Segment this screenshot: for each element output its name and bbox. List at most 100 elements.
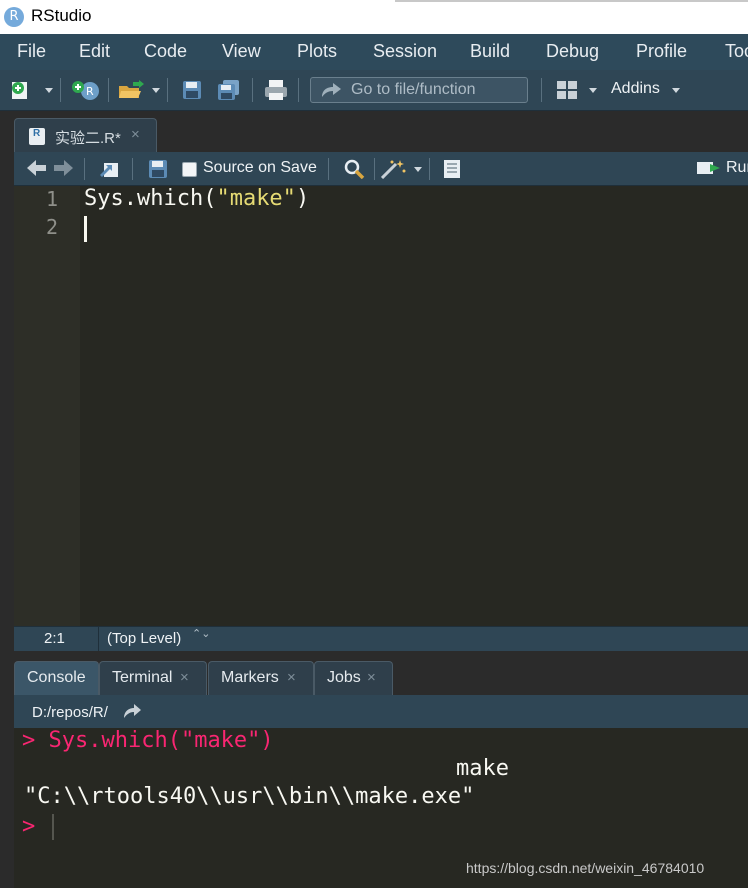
pane-layout-button[interactable] bbox=[556, 79, 578, 101]
title-bar-divider bbox=[395, 0, 748, 2]
working-directory: D:/repos/R/ bbox=[32, 704, 108, 721]
tab-terminal[interactable]: Terminal × bbox=[99, 661, 207, 695]
editor-tab-file[interactable]: R 实验二.R* × bbox=[14, 118, 157, 153]
menu-file[interactable]: File bbox=[17, 41, 46, 62]
open-file-dropdown-icon[interactable] bbox=[152, 88, 160, 93]
addins-dropdown-icon[interactable] bbox=[672, 88, 680, 93]
print-button[interactable] bbox=[263, 79, 289, 101]
code-tools-button[interactable] bbox=[380, 159, 408, 184]
r-file-icon: R bbox=[29, 128, 45, 145]
new-project-button[interactable]: R bbox=[70, 79, 100, 101]
tab-label: Console bbox=[27, 669, 86, 686]
tab-markers[interactable]: Markers × bbox=[208, 661, 314, 695]
print-icon bbox=[265, 80, 287, 100]
tab-console[interactable]: Console bbox=[14, 661, 99, 695]
save-icon bbox=[149, 160, 167, 178]
back-arrow-icon bbox=[27, 160, 46, 176]
toolbar-separator bbox=[298, 78, 299, 102]
run-button-icon-wrap[interactable] bbox=[696, 159, 724, 182]
menu-plots[interactable]: Plots bbox=[297, 41, 337, 62]
pane-layout-dropdown-icon[interactable] bbox=[589, 88, 597, 93]
toolbar-separator bbox=[541, 78, 542, 102]
new-file-button[interactable] bbox=[10, 79, 36, 101]
window-title: RStudio bbox=[31, 6, 92, 25]
console-output-name: make bbox=[456, 756, 509, 781]
source-editor[interactable]: 1 2 Sys.which("make") bbox=[14, 186, 748, 626]
find-replace-button[interactable] bbox=[344, 159, 366, 184]
grid-icon bbox=[557, 81, 577, 99]
close-icon[interactable]: × bbox=[367, 669, 376, 686]
editor-toolbar: Source on Save Run bbox=[14, 152, 748, 186]
tab-label: Jobs bbox=[327, 669, 361, 686]
code-tools-dropdown-icon[interactable] bbox=[414, 167, 422, 172]
compile-report-button[interactable] bbox=[442, 159, 462, 184]
menu-session[interactable]: Session bbox=[373, 41, 437, 62]
tab-jobs[interactable]: Jobs × bbox=[314, 661, 393, 695]
go-to-directory-icon[interactable] bbox=[122, 703, 142, 719]
code-closing-paren: ) bbox=[295, 186, 310, 211]
watermark: https://blog.csdn.net/weixin_46784010 bbox=[466, 860, 705, 876]
editor-tab-label: 实验二.R* bbox=[55, 130, 121, 147]
menu-build[interactable]: Build bbox=[470, 41, 510, 62]
cursor-position: 2:1 bbox=[44, 630, 65, 647]
close-icon[interactable]: × bbox=[287, 669, 296, 686]
notebook-icon bbox=[444, 160, 460, 178]
go-to-file-placeholder: Go to file/function bbox=[351, 81, 476, 98]
console-tab-strip: Console Terminal × Markers × Jobs × bbox=[0, 652, 748, 695]
source-on-save-label: Source on Save bbox=[203, 159, 317, 176]
tab-label: Markers bbox=[221, 669, 279, 686]
line-number: 2 bbox=[45, 215, 58, 239]
show-in-window-button[interactable] bbox=[98, 159, 120, 184]
console-command: Sys.which("make") bbox=[48, 728, 274, 753]
code-function-call: Sys.which( bbox=[84, 186, 217, 211]
close-icon[interactable]: × bbox=[131, 126, 140, 143]
go-to-file-input[interactable]: Go to file/function bbox=[310, 77, 528, 103]
toolbar-separator bbox=[132, 158, 133, 180]
save-all-button[interactable] bbox=[216, 79, 242, 101]
menu-tools[interactable]: Tools bbox=[725, 41, 748, 62]
tab-label: Terminal bbox=[112, 669, 173, 686]
addins-menu[interactable]: Addins bbox=[611, 80, 660, 98]
new-project-icon: R bbox=[72, 81, 99, 100]
console-path-bar: D:/repos/R/ bbox=[14, 695, 748, 729]
menu-edit[interactable]: Edit bbox=[79, 41, 110, 62]
menu-profile[interactable]: Profile bbox=[636, 41, 687, 62]
open-file-button[interactable] bbox=[117, 79, 145, 101]
line-number-gutter: 1 2 bbox=[14, 186, 80, 626]
back-button[interactable] bbox=[26, 159, 48, 182]
console-output-value: "C:\\rtools40\\usr\\bin\\make.exe" bbox=[24, 784, 475, 809]
forward-arrow-icon bbox=[54, 160, 73, 176]
console-prompt: > bbox=[22, 814, 36, 839]
editor-status-bar: 2:1 (Top Level) ⌃⌄ bbox=[14, 626, 748, 651]
show-in-new-window-icon bbox=[100, 163, 118, 177]
run-button[interactable]: Run bbox=[726, 159, 748, 177]
menu-view[interactable]: View bbox=[222, 41, 261, 62]
toolbar-separator bbox=[167, 78, 168, 102]
console-prompt: > bbox=[22, 728, 36, 753]
console-cursor bbox=[52, 814, 54, 840]
line-number: 1 bbox=[45, 187, 58, 211]
menu-bar: File Edit Code View Plots Session Build … bbox=[0, 34, 748, 71]
toolbar-separator bbox=[252, 78, 253, 102]
close-icon[interactable]: × bbox=[180, 669, 189, 686]
magic-wand-icon bbox=[380, 160, 406, 180]
toolbar-separator bbox=[374, 158, 375, 180]
toolbar-separator bbox=[429, 158, 430, 180]
window-title-bar: R RStudio bbox=[0, 0, 748, 34]
code-string-literal: "make" bbox=[216, 186, 296, 211]
menu-debug[interactable]: Debug bbox=[546, 41, 599, 62]
source-on-save-checkbox[interactable] bbox=[182, 162, 197, 177]
editor-tab-strip: R 实验二.R* × bbox=[0, 111, 748, 153]
code-line[interactable]: Sys.which("make") bbox=[84, 186, 309, 211]
toolbar-separator bbox=[328, 158, 329, 180]
text-cursor bbox=[84, 216, 87, 242]
scope-selector[interactable]: (Top Level) bbox=[107, 630, 181, 647]
menu-code[interactable]: Code bbox=[144, 41, 187, 62]
save-button[interactable] bbox=[181, 79, 203, 101]
scope-arrows-icon: ⌃⌄ bbox=[192, 628, 211, 640]
toolbar-separator bbox=[84, 158, 85, 180]
new-file-dropdown-icon[interactable] bbox=[45, 88, 53, 93]
forward-button[interactable] bbox=[52, 159, 74, 182]
editor-save-button[interactable] bbox=[148, 159, 168, 184]
toolbar-separator bbox=[60, 78, 61, 102]
